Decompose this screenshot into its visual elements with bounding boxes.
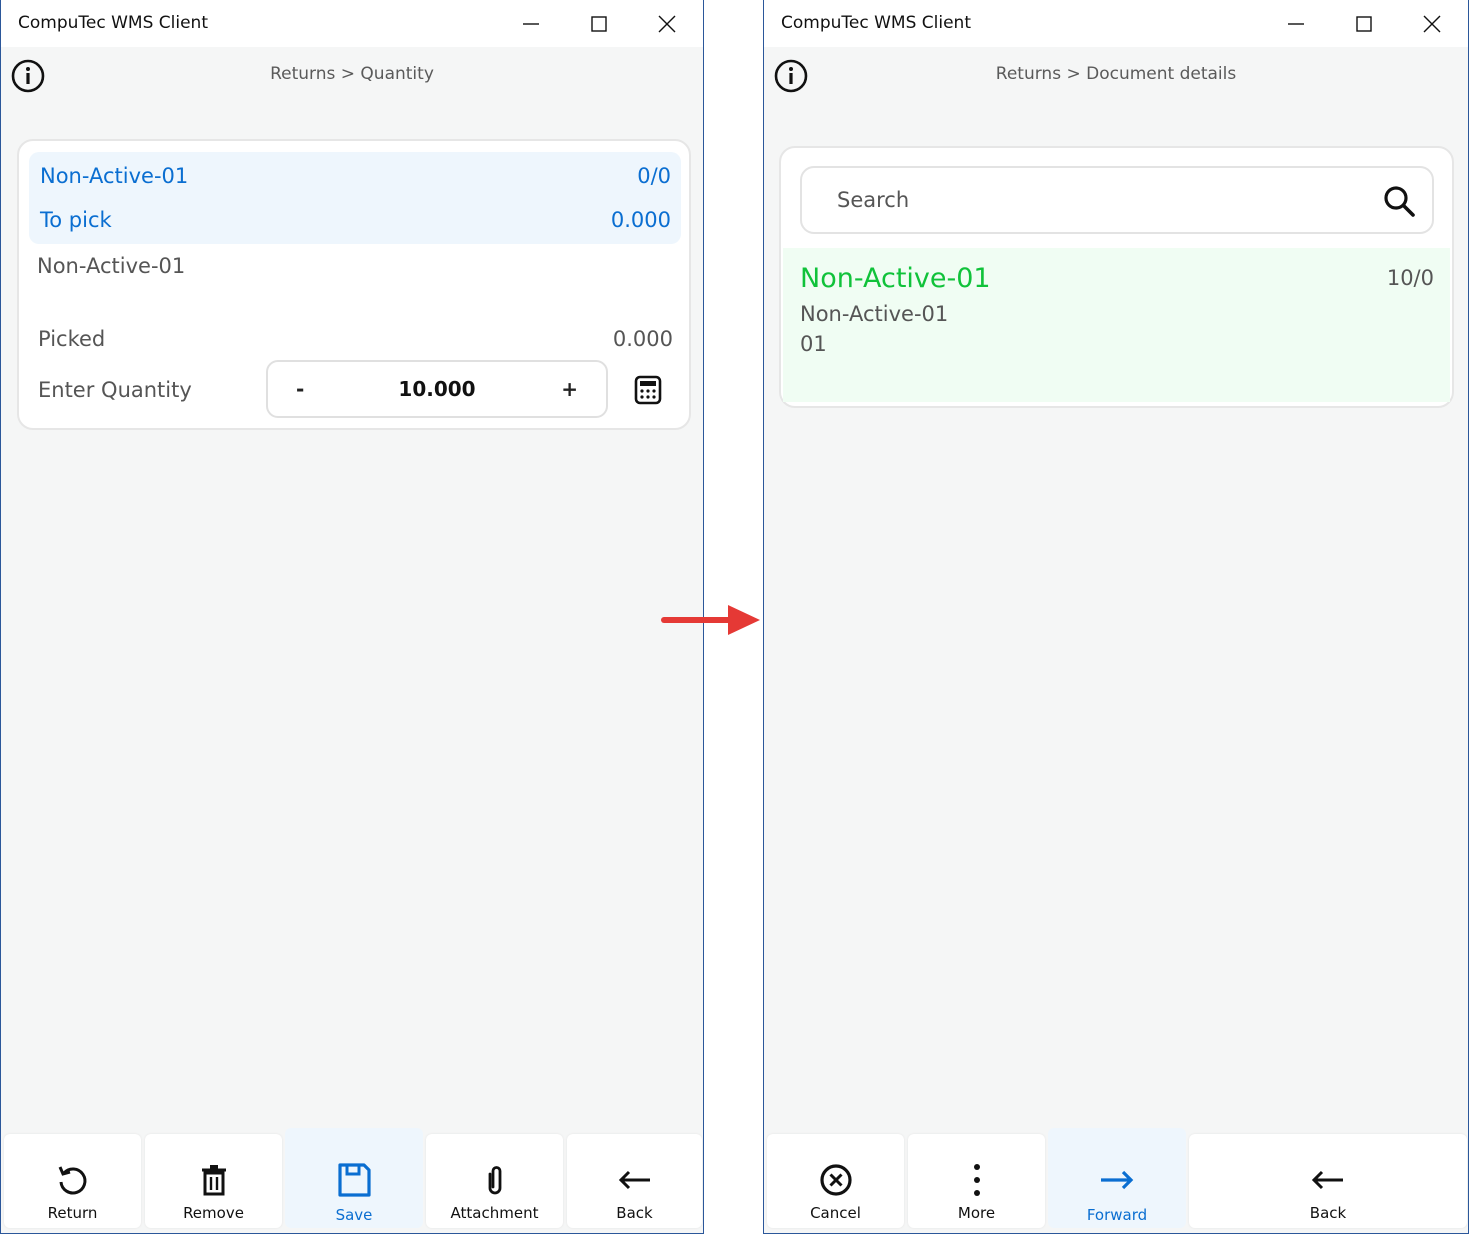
search-box[interactable]: Search — [800, 166, 1434, 234]
to-pick-label: To pick — [40, 208, 112, 232]
calculator-icon[interactable] — [634, 375, 662, 405]
save-button[interactable]: Save — [285, 1128, 423, 1228]
document-line: 01 — [800, 332, 827, 356]
more-label: More — [957, 1204, 996, 1222]
breadcrumb: Returns > Document details — [995, 64, 1237, 84]
close-button[interactable] — [1412, 8, 1452, 40]
back-button[interactable]: Back — [567, 1134, 702, 1228]
close-icon — [1423, 15, 1441, 33]
document-description: Non-Active-01 — [800, 302, 949, 326]
minimize-icon — [523, 23, 539, 25]
paperclip-icon — [488, 1166, 501, 1195]
quantity-stepper: - 10.000 + — [266, 360, 608, 418]
back-button[interactable]: Back — [1189, 1134, 1467, 1228]
more-vertical-icon — [973, 1164, 980, 1196]
save-icon — [338, 1163, 371, 1197]
arrow-left-icon — [618, 1170, 650, 1190]
quantity-input[interactable]: 10.000 — [268, 377, 606, 401]
maximize-button[interactable] — [579, 8, 619, 40]
maximize-button[interactable] — [1344, 8, 1384, 40]
return-button[interactable]: Return — [4, 1134, 141, 1228]
search-input[interactable]: Search — [837, 188, 909, 212]
document-count: 10/0 — [1386, 266, 1434, 290]
maximize-icon — [1356, 16, 1372, 32]
document-list-card: Search Non-Active-01 10/0 Non-Active-01 … — [779, 146, 1454, 408]
item-name: Non-Active-01 — [40, 164, 189, 188]
attachment-button[interactable]: Attachment — [426, 1134, 563, 1228]
back-label: Back — [1309, 1204, 1347, 1222]
document-details-window: CompuTec WMS Client Returns > Document d… — [763, 0, 1469, 1234]
cancel-circle-icon — [819, 1164, 852, 1196]
quantity-window: CompuTec WMS Client Returns > Quantity N… — [0, 0, 704, 1234]
remove-label: Remove — [183, 1204, 244, 1222]
minimize-button[interactable] — [511, 8, 551, 40]
breadcrumb-bar: Returns > Quantity — [1, 47, 703, 103]
title-bar: CompuTec WMS Client — [764, 0, 1468, 47]
cancel-label: Cancel — [810, 1204, 861, 1222]
arrow-left-icon — [1311, 1170, 1343, 1190]
document-list-item[interactable]: Non-Active-01 10/0 Non-Active-01 01 — [783, 248, 1450, 402]
picked-value: 0.000 — [612, 327, 673, 351]
back-label: Back — [616, 1204, 653, 1222]
more-button[interactable]: More — [908, 1134, 1045, 1228]
breadcrumb-bar: Returns > Document details — [764, 47, 1468, 103]
breadcrumb: Returns > Quantity — [270, 64, 434, 84]
remove-button[interactable]: Remove — [145, 1134, 282, 1228]
to-pick-value: 0.000 — [610, 208, 671, 232]
window-title: CompuTec WMS Client — [781, 13, 971, 33]
item-header[interactable]: Non-Active-01 0/0 To pick 0.000 — [29, 152, 681, 244]
window-title: CompuTec WMS Client — [18, 13, 208, 33]
maximize-icon — [591, 16, 607, 32]
forward-button[interactable]: Forward — [1048, 1128, 1186, 1228]
bottom-toolbar: Return Remove Save Attachment Back — [1, 1128, 703, 1233]
enter-quantity-label: Enter Quantity — [38, 378, 192, 402]
item-description: Non-Active-01 — [37, 254, 186, 278]
attachment-label: Attachment — [450, 1204, 539, 1222]
title-bar: CompuTec WMS Client — [1, 0, 703, 47]
cancel-button[interactable]: Cancel — [767, 1134, 904, 1228]
forward-label: Forward — [1086, 1206, 1148, 1224]
search-icon[interactable] — [1382, 184, 1416, 218]
refresh-icon — [58, 1166, 86, 1195]
transition-arrow-icon — [661, 605, 760, 635]
trash-icon — [201, 1165, 226, 1196]
return-label: Return — [47, 1204, 98, 1222]
item-quantity-card: Non-Active-01 0/0 To pick 0.000 Non-Acti… — [17, 139, 691, 430]
close-icon — [658, 15, 676, 33]
arrow-right-icon — [1101, 1170, 1134, 1190]
close-button[interactable] — [647, 8, 687, 40]
minimize-button[interactable] — [1276, 8, 1316, 40]
picked-label: Picked — [38, 327, 106, 351]
save-label: Save — [335, 1206, 373, 1224]
item-ratio: 0/0 — [637, 164, 671, 188]
bottom-toolbar: Cancel More Forward Back — [764, 1128, 1468, 1233]
increment-button[interactable]: + — [561, 377, 578, 401]
minimize-icon — [1288, 23, 1304, 25]
document-name: Non-Active-01 — [800, 263, 991, 294]
